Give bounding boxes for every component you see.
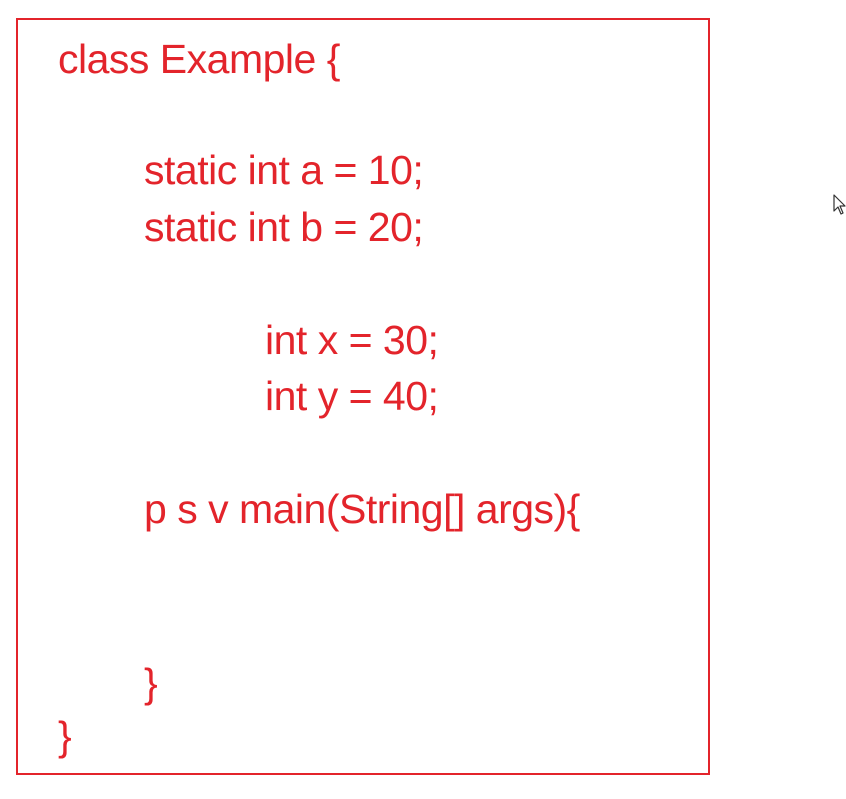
code-line-instance-y: int y = 40; [265,373,439,419]
code-line-method-close-brace: } [144,660,158,706]
code-line-class-declaration: class Example { [58,36,340,82]
code-line-main-method: p s v main(String[] args){ [144,486,580,532]
code-line-instance-x: int x = 30; [265,317,439,363]
code-line-class-close-brace: } [58,713,72,759]
code-line-static-a: static int a = 10; [144,147,424,193]
mouse-pointer-icon [833,194,846,215]
code-line-static-b: static int b = 20; [144,204,424,250]
